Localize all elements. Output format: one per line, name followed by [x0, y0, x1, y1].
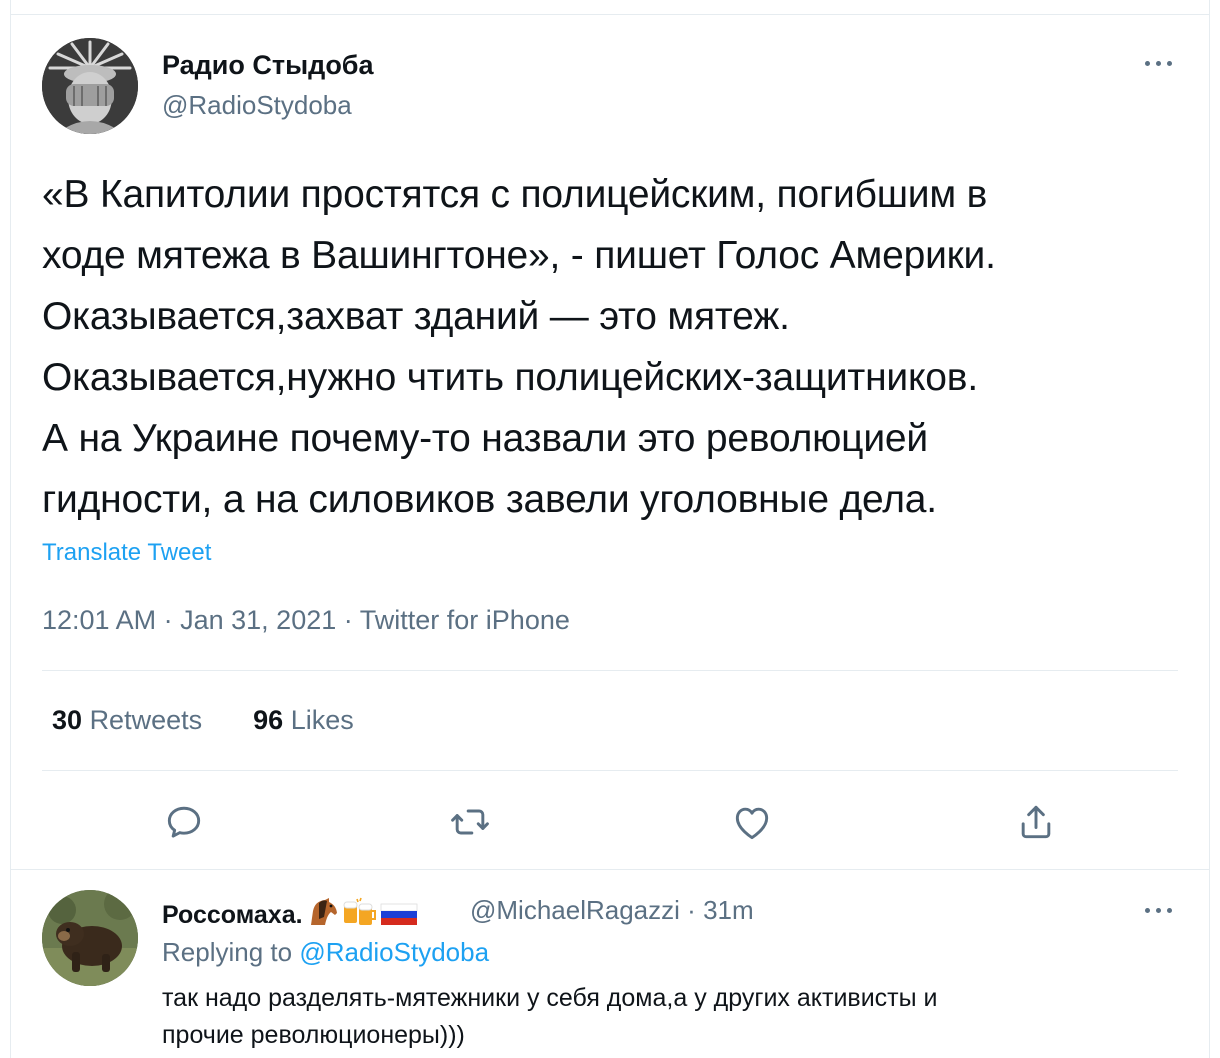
- tweet-text-line: Оказывается,нужно чтить полицейских-защи…: [42, 356, 978, 399]
- replying-to-label: Replying to: [162, 937, 293, 967]
- reply-time[interactable]: 31m: [703, 895, 754, 925]
- tweet-text-line: Оказывается,захват зданий — это мятеж.: [42, 295, 790, 338]
- author-avatar[interactable]: [42, 38, 138, 134]
- share-icon[interactable]: [1014, 800, 1058, 844]
- horse-icon: [305, 897, 339, 934]
- divider: [42, 670, 1178, 671]
- meta-separator: ·: [687, 895, 696, 925]
- author-name[interactable]: Радио Стыдоба: [162, 50, 374, 81]
- author-handle[interactable]: @RadioStydoba: [162, 90, 352, 121]
- beer-mugs-icon: [341, 897, 377, 934]
- tweet-time[interactable]: 12:01 AM: [42, 605, 156, 635]
- reply-text-line: так надо разделять-мятежники у себя дома…: [162, 984, 938, 1012]
- tweet-source[interactable]: Twitter for iPhone: [360, 605, 570, 635]
- more-options-icon[interactable]: [1143, 52, 1175, 74]
- likes-stat[interactable]: 96 Likes: [253, 705, 354, 735]
- reply-more-options-icon[interactable]: [1143, 899, 1175, 921]
- tweet-text-line: ходе мятежа в Вашингтоне», - пишет Голос…: [42, 234, 996, 277]
- reply-author-name-text: Россомаха.: [162, 901, 303, 929]
- translate-tweet-link[interactable]: Translate Tweet: [42, 539, 211, 567]
- likes-label: Likes: [290, 705, 354, 735]
- retweets-stat[interactable]: 30 Retweets: [52, 705, 202, 735]
- tweet-metadata: 12:01 AM · Jan 31, 2021 · Twitter for iP…: [42, 605, 570, 636]
- divider: [42, 770, 1178, 771]
- meta-separator: ·: [163, 605, 173, 635]
- reply-separator: [10, 869, 1210, 870]
- top-divider: [10, 14, 1210, 15]
- reply-author-meta: @MichaelRagazzi · 31m: [470, 895, 754, 926]
- retweets-label: Retweets: [89, 705, 203, 735]
- tweet-text-line: «В Капитолии простятся с полицейским, по…: [42, 173, 988, 216]
- reply-author-handle[interactable]: @MichaelRagazzi: [470, 895, 680, 925]
- replying-to: Replying to @RadioStydoba: [162, 937, 489, 968]
- tweet-text-line: гидности, а на силовиков завели уголовны…: [42, 478, 937, 521]
- reply-author-name[interactable]: Россомаха.: [162, 897, 419, 934]
- reply-text-line: прочие революционеры))): [162, 1021, 465, 1049]
- heart-icon[interactable]: [730, 800, 774, 844]
- reply-author-avatar[interactable]: [42, 890, 138, 986]
- reply-icon[interactable]: [162, 800, 206, 844]
- tweet-text-line: А на Украине почему-то назвали это револ…: [42, 417, 928, 460]
- russia-flag-icon: [379, 901, 419, 934]
- retweet-icon[interactable]: [448, 800, 492, 844]
- tweet-stats: 30 Retweets 96 Likes: [52, 705, 354, 736]
- retweets-count: 30: [52, 705, 83, 735]
- likes-count: 96: [253, 705, 284, 735]
- tweet-date[interactable]: Jan 31, 2021: [180, 605, 336, 635]
- replying-to-handle[interactable]: @RadioStydoba: [299, 937, 489, 967]
- tweet-text: «В Капитолии простятся с полицейским, по…: [42, 164, 1192, 530]
- meta-separator: ·: [343, 605, 353, 635]
- reply-text: так надо разделять-мятежники у себя дома…: [162, 980, 1172, 1054]
